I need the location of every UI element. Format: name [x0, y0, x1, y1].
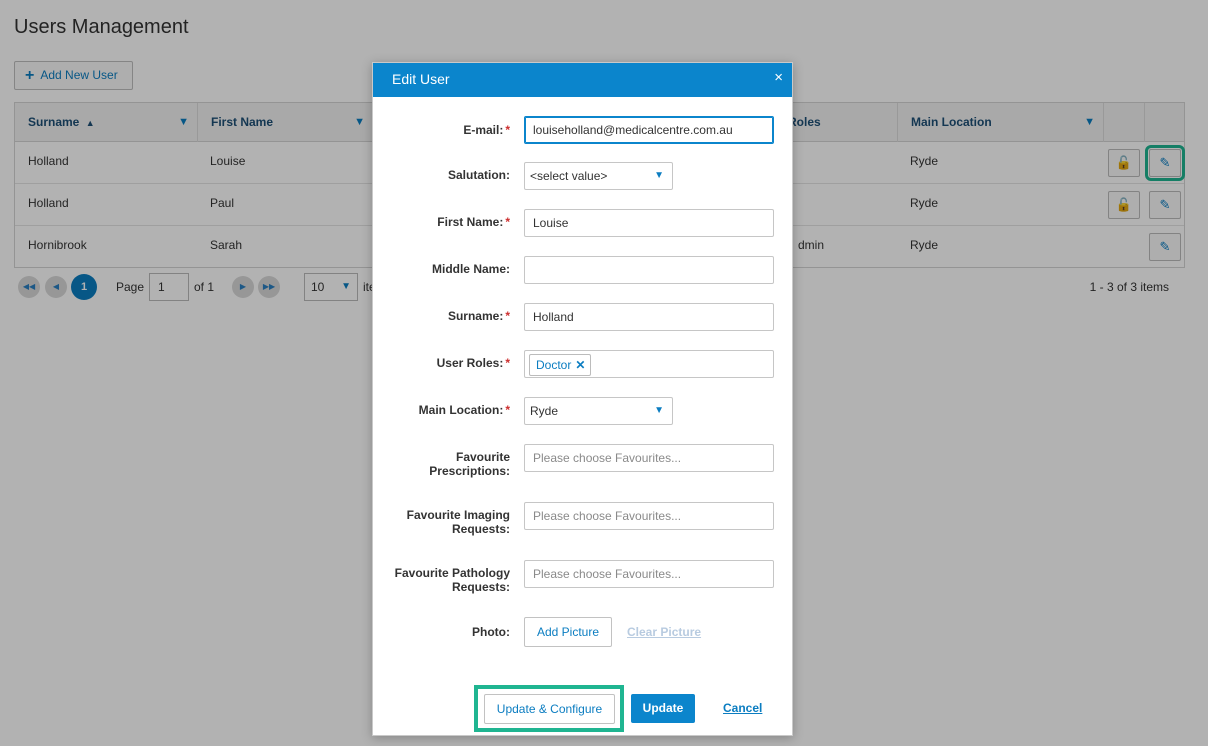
middle-name-field[interactable]: [524, 256, 774, 284]
fav-prescriptions-label-line1: Favourite: [455, 450, 510, 464]
fav-imaging-placeholder: Please choose Favourites...: [533, 509, 682, 523]
add-picture-button[interactable]: Add Picture: [524, 617, 612, 647]
salutation-value: <select value>: [530, 169, 608, 183]
main-location-select[interactable]: Ryde ▼: [524, 397, 673, 425]
fav-pathology-label-line2: Requests:: [451, 580, 510, 594]
first-name-label-text: First Name:: [437, 215, 504, 229]
update-button[interactable]: Update: [631, 694, 695, 723]
main-location-value: Ryde: [530, 404, 559, 418]
first-name-label: First Name: *: [437, 215, 510, 229]
salutation-select[interactable]: <select value> ▼: [524, 162, 673, 190]
email-label-text: E-mail:: [463, 123, 504, 137]
fav-prescriptions-label: Favourite Prescriptions:: [429, 450, 510, 478]
dialog-title: Edit User: [392, 71, 450, 87]
fav-imaging-label-line2: Requests:: [451, 522, 510, 536]
required-marker: *: [505, 309, 510, 323]
email-label: E-mail: *: [463, 123, 510, 137]
user-roles-multiselect[interactable]: Doctor ✕: [524, 350, 774, 378]
chevron-down-icon: ▼: [654, 405, 664, 416]
required-marker: *: [505, 123, 510, 137]
fav-prescriptions-label-line2: Prescriptions:: [429, 464, 510, 478]
role-tag-label: Doctor: [536, 358, 572, 372]
fav-prescriptions-placeholder: Please choose Favourites...: [533, 451, 682, 465]
email-field[interactable]: louiseholland@medicalcentre.com.au: [524, 116, 774, 144]
fav-prescriptions-input[interactable]: Please choose Favourites...: [524, 444, 774, 472]
fav-pathology-label: Favourite Pathology Requests:: [395, 566, 510, 594]
surname-field[interactable]: Holland: [524, 303, 774, 331]
chevron-down-icon: ▼: [654, 170, 664, 181]
clear-picture-link: Clear Picture: [627, 625, 702, 639]
cancel-link[interactable]: Cancel: [723, 701, 762, 715]
main-location-label-text: Main Location:: [418, 403, 504, 417]
required-marker: *: [505, 215, 510, 229]
dialog-header: Edit User ×: [373, 63, 792, 97]
user-roles-label-text: User Roles:: [436, 356, 504, 370]
fav-pathology-label-line1: Favourite Pathology: [394, 566, 510, 580]
fav-pathology-input[interactable]: Please choose Favourites...: [524, 560, 774, 588]
surname-label: Surname: *: [448, 309, 510, 323]
remove-tag-icon[interactable]: ✕: [575, 358, 585, 372]
required-marker: *: [505, 356, 510, 370]
role-tag-doctor: Doctor ✕: [529, 354, 592, 376]
close-icon[interactable]: ×: [774, 63, 783, 93]
main-location-label: Main Location: *: [419, 403, 510, 417]
salutation-label: Salutation:: [448, 168, 510, 182]
user-roles-label: User Roles: *: [437, 356, 510, 370]
required-marker: *: [505, 403, 510, 417]
fav-pathology-placeholder: Please choose Favourites...: [533, 567, 682, 581]
first-name-field[interactable]: Louise: [524, 209, 774, 237]
fav-imaging-input[interactable]: Please choose Favourites...: [524, 502, 774, 530]
edit-user-dialog: Edit User × E-mail: * louiseholland@medic…: [372, 62, 793, 736]
middle-name-label: Middle Name:: [431, 262, 510, 276]
photo-label: Photo:: [472, 625, 510, 639]
fav-imaging-label-line1: Favourite Imaging: [406, 508, 510, 522]
surname-label-text: Surname:: [447, 309, 504, 323]
fav-imaging-label: Favourite Imaging Requests:: [407, 508, 510, 536]
update-configure-button[interactable]: Update & Configure: [484, 694, 615, 724]
